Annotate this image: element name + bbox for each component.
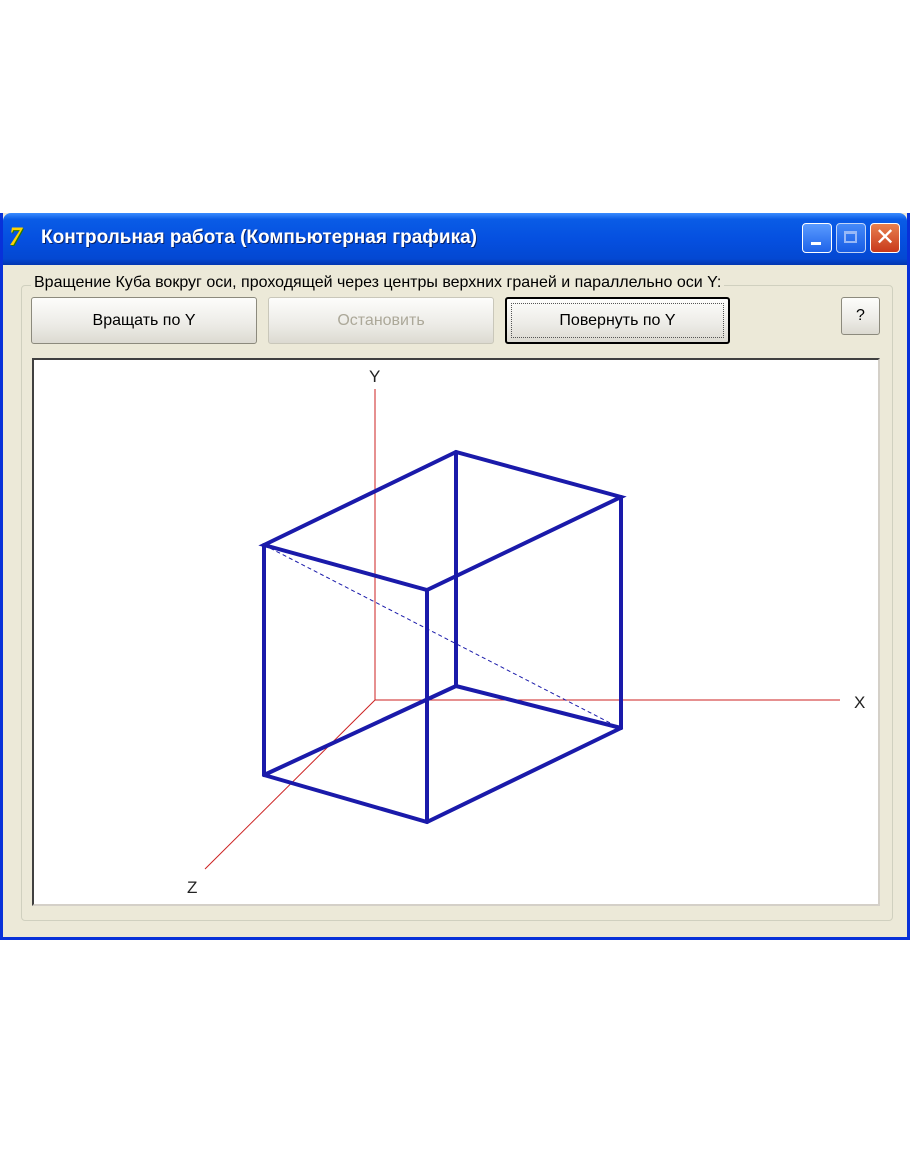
- turn-y-button[interactable]: Повернуть по Y: [505, 297, 730, 344]
- cube-scene: Y X Z: [187, 367, 865, 897]
- close-icon: ✕: [874, 224, 896, 251]
- app-logo-icon: 7: [9, 222, 22, 251]
- turn-y-button-label: Повернуть по Y: [559, 312, 676, 329]
- title-bar[interactable]: 7 Контрольная работа (Компьютерная графи…: [3, 213, 907, 265]
- y-axis-label: Y: [369, 367, 380, 386]
- z-axis-label: Z: [187, 878, 197, 897]
- help-button[interactable]: ?: [841, 297, 880, 335]
- maximize-icon: [844, 231, 857, 243]
- stop-button[interactable]: Остановить: [268, 297, 494, 344]
- groupbox-caption: Вращение Куба вокруг оси, проходящей чер…: [31, 274, 725, 292]
- drawing-canvas: Y X Z: [32, 358, 880, 906]
- cube-edge: [262, 683, 623, 777]
- minimize-button[interactable]: [802, 223, 832, 253]
- window-title: Контрольная работа (Компьютерная графика…: [41, 227, 477, 248]
- cube-top-face: [258, 449, 627, 593]
- maximize-button[interactable]: [836, 223, 866, 253]
- cube-diagonal: [263, 544, 621, 729]
- main-window: 7 Контрольная работа (Компьютерная графи…: [0, 213, 910, 940]
- rotate-y-button[interactable]: Вращать по Y: [31, 297, 257, 344]
- cube-edge: [262, 726, 623, 825]
- minimize-icon: [811, 242, 821, 245]
- close-button[interactable]: ✕: [870, 223, 900, 253]
- cube-wireframe: [258, 449, 627, 825]
- x-axis-label: X: [854, 693, 865, 712]
